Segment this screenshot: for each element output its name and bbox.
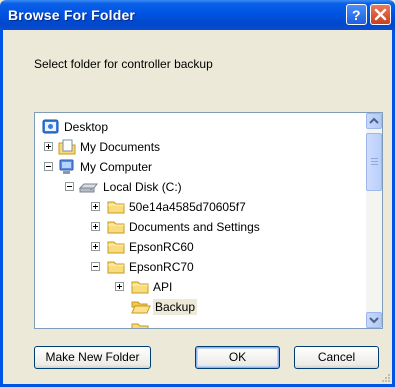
scroll-down-button[interactable] (366, 312, 382, 328)
browse-for-folder-dialog: Browse For Folder ? Select folder for co… (0, 0, 395, 387)
expand-icon[interactable] (91, 222, 100, 231)
folder-icon (107, 241, 125, 254)
open-folder-icon (131, 301, 151, 314)
svg-text:?: ? (352, 7, 361, 23)
chevron-up-icon (369, 117, 379, 124)
tree-item-label: EpsonRC60 (129, 240, 194, 254)
cancel-button[interactable]: Cancel (294, 346, 379, 369)
tree-item-label: My Documents (80, 140, 161, 154)
desktop-icon (42, 119, 59, 134)
folder-icon (131, 281, 149, 294)
close-button[interactable] (370, 4, 391, 25)
tree-item-label: API (153, 280, 173, 294)
tree-item-label: Documents and Settings (129, 220, 260, 234)
folder-icon (107, 221, 125, 234)
instruction-text: Select folder for controller backup (34, 57, 213, 71)
tree-item-label: My Computer (80, 160, 153, 174)
local-disk-icon (79, 183, 98, 193)
collapse-icon[interactable] (44, 162, 53, 171)
close-icon (374, 8, 387, 21)
scroll-up-button[interactable] (366, 113, 382, 129)
tree-item-label: 50e14a4585d70605f7 (129, 200, 246, 214)
question-mark-icon: ? (352, 7, 361, 23)
ok-button[interactable]: OK (195, 346, 280, 369)
collapse-icon[interactable] (91, 262, 100, 271)
collapse-icon[interactable] (65, 182, 74, 191)
help-button[interactable]: ? (346, 4, 367, 25)
thumb-grip (371, 158, 378, 159)
title-bar[interactable]: Browse For Folder ? (0, 0, 395, 30)
resize-grip-icon[interactable] (381, 373, 391, 383)
make-new-folder-button[interactable]: Make New Folder (34, 346, 151, 369)
scroll-thumb[interactable] (366, 133, 382, 191)
tree-item-label: Backup (153, 299, 198, 315)
my-computer-icon (59, 159, 74, 174)
expand-icon[interactable] (91, 242, 100, 251)
expand-icon[interactable] (91, 202, 100, 211)
thumb-grip (371, 161, 378, 162)
thumb-grip (371, 164, 378, 165)
folder-icon (107, 201, 125, 214)
vertical-scrollbar[interactable] (366, 113, 382, 328)
folder-icon (107, 261, 125, 274)
window-title: Browse For Folder (8, 7, 136, 23)
window-frame-left (0, 30, 3, 387)
tree-item-label: Desktop (64, 120, 109, 134)
tree-item-label: Local Disk (C:) (103, 180, 182, 194)
expand-icon[interactable] (44, 142, 53, 151)
expand-icon[interactable] (115, 282, 124, 291)
chevron-down-icon (369, 317, 379, 324)
my-documents-icon (58, 139, 76, 155)
folder-tree[interactable]: Desktop My Documents My Computer Local D… (34, 112, 383, 329)
tree-item-label: EpsonRC70 (129, 260, 194, 274)
folder-icon (131, 323, 149, 328)
